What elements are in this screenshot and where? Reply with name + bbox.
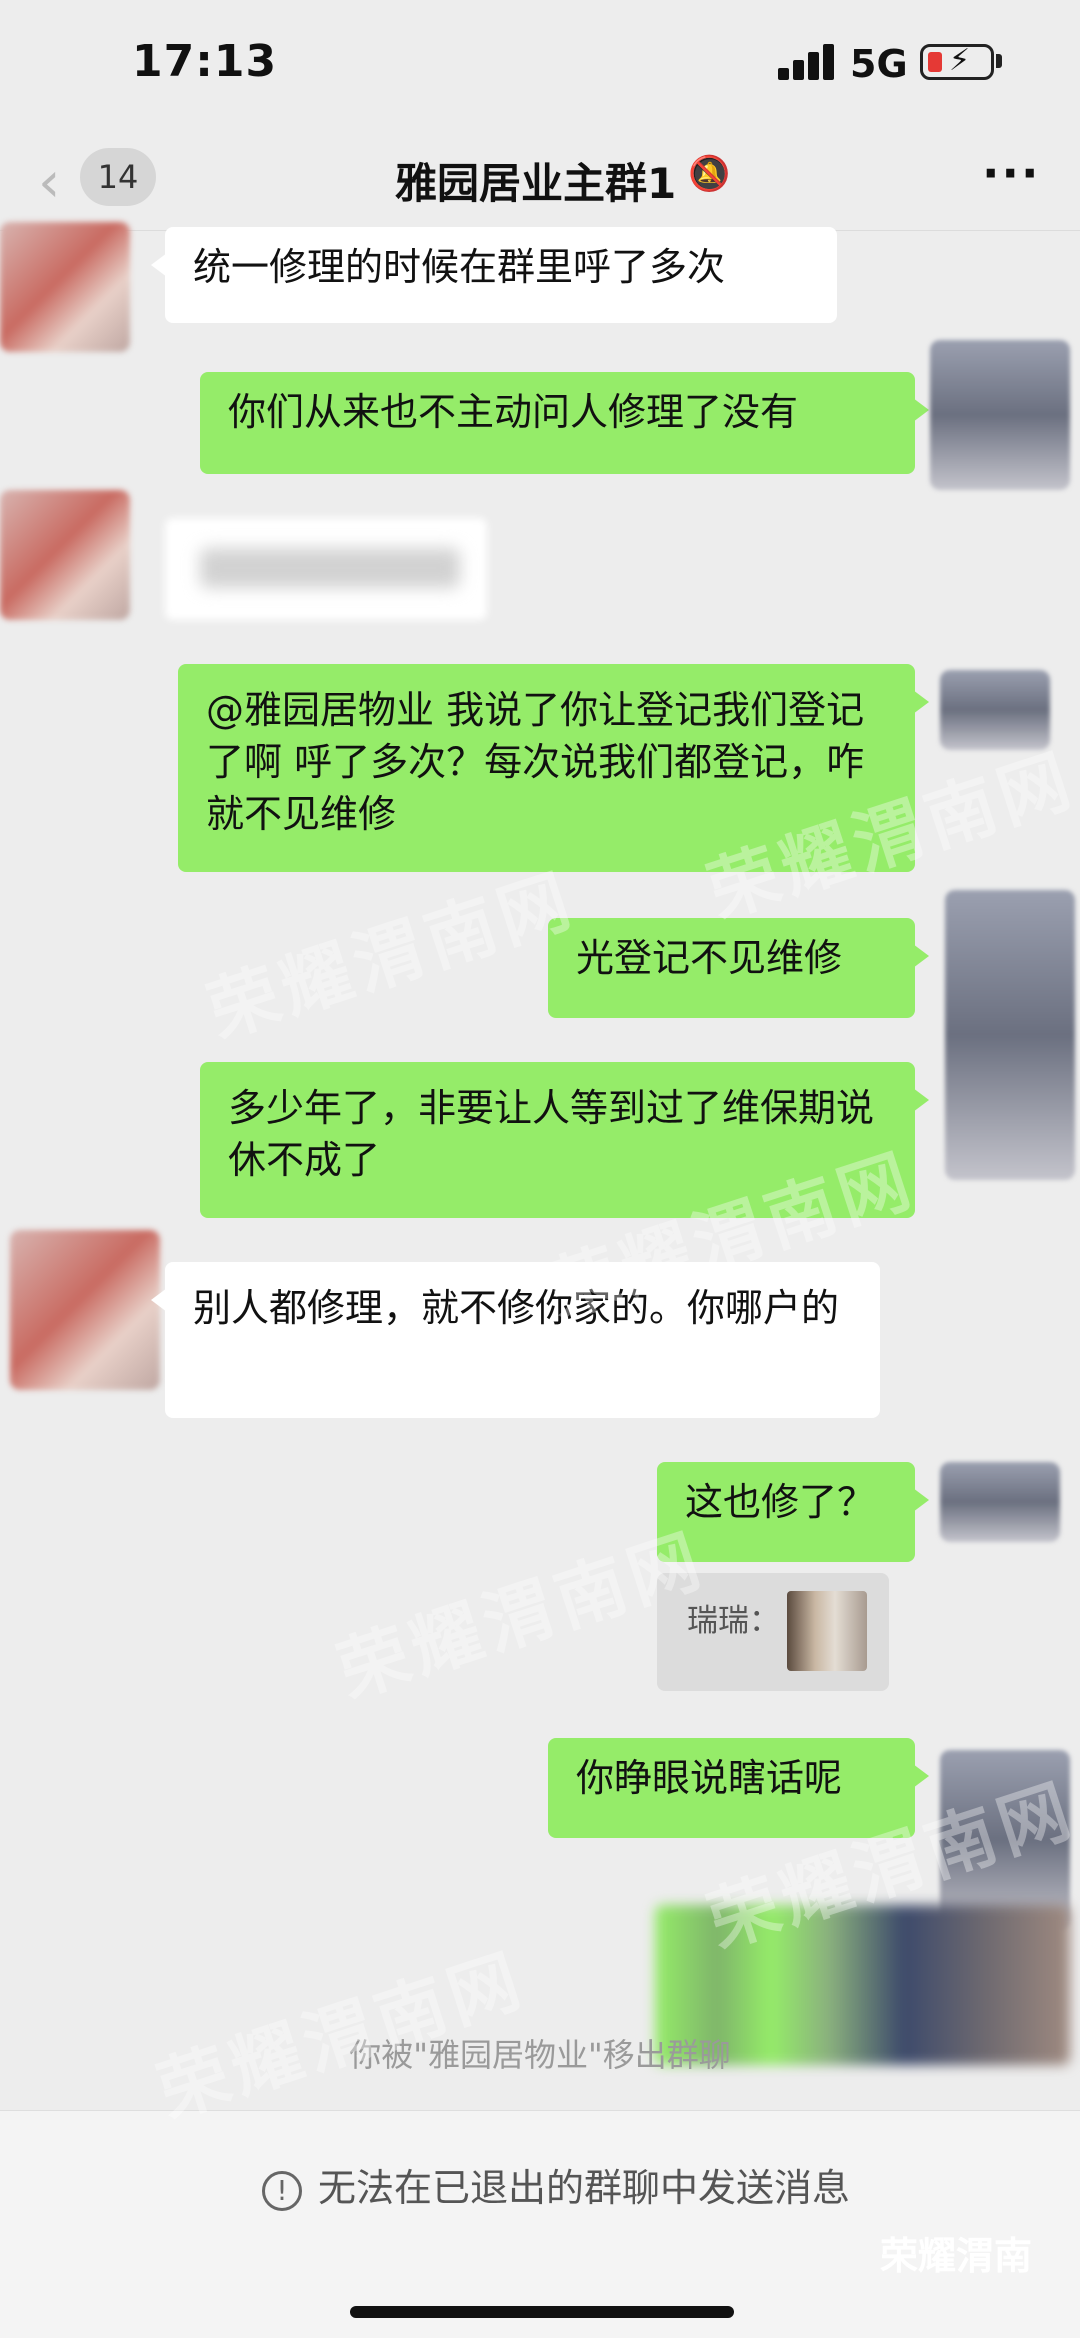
- disabled-notice-text: 无法在已退出的群聊中发送消息: [318, 2166, 851, 2210]
- signal-icon: [778, 44, 838, 80]
- message-bubble[interactable]: 光登记不见维修: [548, 918, 929, 1018]
- unread-count-badge[interactable]: 14: [80, 148, 156, 206]
- avatar[interactable]: [930, 340, 1070, 490]
- quote-sender: 瑞瑞：: [687, 1603, 780, 1639]
- avatar[interactable]: [940, 1750, 1070, 1930]
- avatar[interactable]: [0, 490, 130, 620]
- mute-icon: 🔕: [688, 154, 731, 194]
- blurred-content: [200, 548, 460, 588]
- disabled-notice: ! 无法在已退出的群聊中发送消息: [262, 2157, 850, 2212]
- input-disabled-bar: ! 无法在已退出的群聊中发送消息: [0, 2110, 1080, 2338]
- avatar[interactable]: [940, 670, 1050, 750]
- home-indicator[interactable]: [350, 2306, 734, 2318]
- chat-header: ‹ 14 雅园居业主群1 🔕 ···: [0, 130, 1080, 231]
- avatar[interactable]: [0, 222, 130, 352]
- avatar[interactable]: [945, 890, 1075, 1180]
- back-arrow-icon[interactable]: ‹: [38, 150, 60, 215]
- message-bubble[interactable]: 你们从来也不主动问人修理了没有: [200, 372, 929, 474]
- network-type: 5G: [850, 42, 908, 86]
- more-options-icon[interactable]: ···: [982, 146, 1040, 200]
- message-bubble[interactable]: 别人都修理，就不修你家的。你哪户的: [151, 1262, 880, 1418]
- message-bubble[interactable]: 这也修了？: [657, 1462, 929, 1562]
- warning-icon: !: [262, 2170, 302, 2211]
- chat-title: 雅园居业主群1: [395, 159, 677, 208]
- clock: 17:13: [132, 36, 278, 87]
- battery-tip: [996, 54, 1002, 68]
- watermark: 荣耀渭南网: [198, 858, 586, 1054]
- quoted-message[interactable]: 瑞瑞：: [657, 1573, 889, 1691]
- avatar[interactable]: [940, 1462, 1060, 1542]
- system-notice: 你被"雅园居物业"移出群聊: [349, 2036, 731, 2074]
- message-bubble[interactable]: 统一修理的时候在群里呼了多次: [151, 227, 837, 323]
- corner-watermark: 荣耀渭南: [880, 2234, 1033, 2278]
- quote-image-thumbnail[interactable]: [787, 1591, 867, 1671]
- message-bubble[interactable]: 你睁眼说瞎话呢: [548, 1738, 929, 1838]
- message-bubble[interactable]: 多少年了，非要让人等到过了维保期说休不成了: [200, 1062, 929, 1218]
- status-bar: 17:13 5G ⚡: [0, 0, 1080, 130]
- battery-icon: ⚡: [920, 43, 994, 80]
- avatar[interactable]: [10, 1230, 160, 1390]
- message-bubble[interactable]: @雅园居物业 我说了你让登记我们登记了啊 呼了多次？每次说我们都登记，咋就不见维…: [178, 664, 929, 872]
